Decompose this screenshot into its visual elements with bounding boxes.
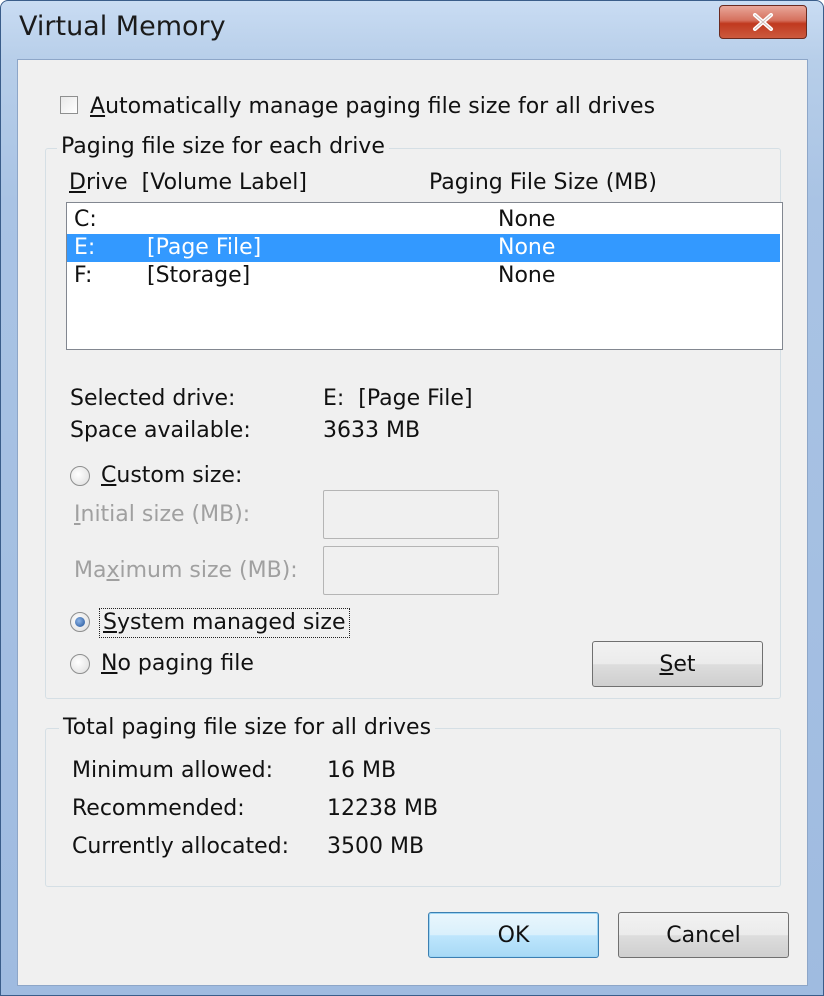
dialog-client-area: Automatically manage paging file size fo… — [17, 59, 808, 986]
cancel-button[interactable]: Cancel — [618, 912, 789, 958]
maximum-size-text: imum size (MB): — [119, 558, 298, 583]
drive-volume-label: [Storage] — [147, 263, 251, 288]
auto-manage-label[interactable]: Automatically manage paging file size fo… — [90, 94, 655, 120]
close-button[interactable] — [719, 5, 807, 39]
space-available-value: 3633 MB — [323, 418, 421, 443]
maximum-size-pre: Ma — [74, 558, 107, 583]
drive-letter: C: — [74, 207, 97, 232]
no-paging-label[interactable]: No paging file — [101, 651, 254, 677]
auto-manage-checkbox[interactable] — [60, 96, 78, 114]
drive-paging-size: None — [498, 263, 556, 288]
auto-manage-label-text: utomatically manage paging file size for… — [105, 94, 656, 119]
currently-allocated-label: Currently allocated: — [72, 834, 290, 859]
auto-manage-mnemonic: A — [90, 94, 106, 119]
system-managed-text: ystem managed size — [116, 610, 346, 635]
system-managed-radio[interactable] — [70, 612, 90, 632]
currently-allocated-value: 3500 MB — [327, 834, 425, 859]
initial-size-input[interactable] — [323, 490, 499, 539]
maximum-size-input[interactable] — [323, 546, 499, 595]
selected-drive-label: Selected drive: — [70, 386, 236, 411]
minimum-allowed-value: 16 MB — [327, 758, 397, 783]
custom-size-mnemonic: C — [101, 463, 117, 488]
custom-size-label[interactable]: Custom size: — [101, 463, 242, 489]
recommended-value: 12238 MB — [327, 796, 439, 821]
initial-size-label: Initial size (MB): — [74, 502, 250, 528]
set-mnemonic: S — [659, 651, 674, 677]
drive-letter: F: — [74, 263, 93, 288]
paging-group-label: Paging file size for each drive — [57, 134, 389, 160]
no-paging-text: o paging file — [117, 651, 254, 676]
set-label: et — [673, 651, 696, 677]
no-paging-mnemonic: N — [101, 651, 118, 676]
ok-button[interactable]: OK — [428, 912, 599, 958]
system-managed-mnemonic: S — [103, 610, 117, 635]
column-header-drive: Drive [Volume Label] — [69, 170, 307, 196]
selected-drive-value: E: [Page File] — [323, 386, 473, 411]
close-icon — [752, 13, 774, 31]
drive-letter: E: — [74, 235, 96, 260]
custom-size-text: ustom size: — [116, 463, 243, 488]
window-title: Virtual Memory — [19, 11, 226, 42]
drive-listbox[interactable]: C: None E: [Page File] None F: [Storage]… — [66, 202, 783, 350]
set-button[interactable]: Set — [592, 641, 763, 687]
drive-row-e[interactable]: E: [Page File] None — [67, 234, 780, 262]
radio-selected-dot — [75, 617, 85, 627]
virtual-memory-window: Virtual Memory Automatically manage pagi… — [0, 0, 824, 996]
drive-paging-size: None — [498, 207, 556, 232]
drive-row-f[interactable]: F: [Storage] None — [67, 262, 780, 290]
drive-paging-size: None — [498, 235, 556, 260]
recommended-label: Recommended: — [72, 796, 245, 821]
totals-group-label: Total paging file size for all drives — [59, 715, 436, 741]
drive-row-c[interactable]: C: None — [67, 206, 780, 234]
system-managed-label[interactable]: System managed size — [99, 608, 350, 638]
maximum-size-mnemonic: x — [106, 558, 120, 583]
no-paging-radio[interactable] — [70, 654, 90, 674]
maximum-size-label: Maximum size (MB): — [74, 558, 298, 584]
space-available-label: Space available: — [70, 418, 251, 443]
minimum-allowed-label: Minimum allowed: — [72, 758, 274, 783]
initial-size-text: nitial size (MB): — [80, 502, 251, 527]
drive-mnemonic: D — [69, 170, 86, 195]
drive-volume-label: [Page File] — [147, 235, 262, 260]
drive-header-text: rive [Volume Label] — [85, 170, 307, 195]
custom-size-radio[interactable] — [70, 466, 90, 486]
column-header-size: Paging File Size (MB) — [429, 170, 657, 195]
